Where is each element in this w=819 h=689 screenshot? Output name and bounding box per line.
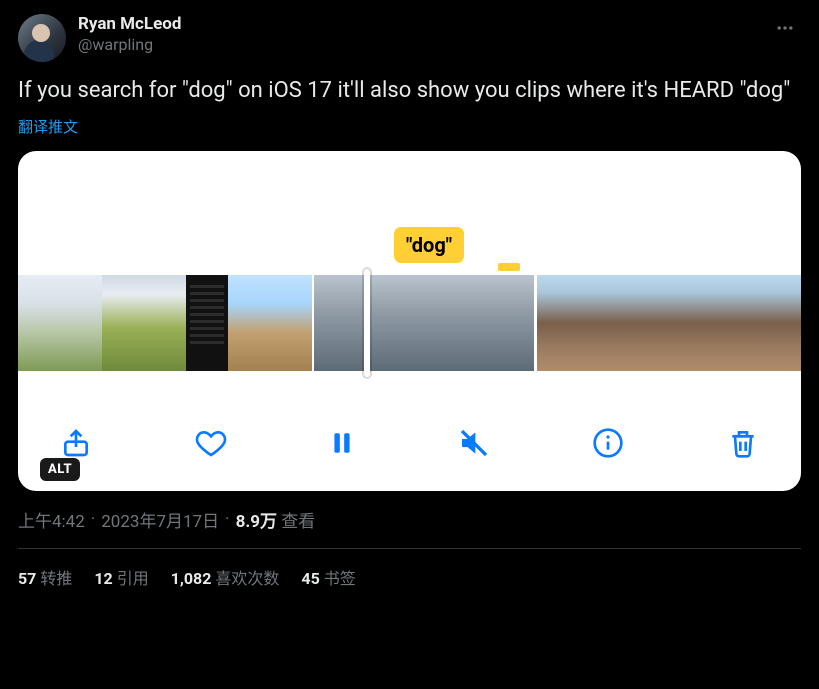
views-count: 8.9万: [236, 512, 277, 532]
info-icon: [592, 427, 624, 459]
author-handle: @warpling: [78, 35, 181, 55]
clip-frame: [581, 275, 625, 371]
alt-badge[interactable]: ALT: [40, 458, 80, 481]
author-display-name: Ryan McLeod: [78, 14, 181, 35]
pause-button[interactable]: [329, 428, 355, 458]
views-label: 查看: [281, 512, 315, 532]
trash-icon: [727, 427, 759, 459]
author-block[interactable]: Ryan McLeod @warpling: [78, 14, 181, 55]
clip-frame: [102, 275, 144, 371]
pause-icon: [329, 428, 355, 458]
delete-button[interactable]: [727, 427, 759, 459]
info-button[interactable]: [592, 427, 624, 459]
stat-bookmarks[interactable]: 45书签: [301, 565, 355, 589]
clip-group: [314, 275, 534, 371]
video-scrubber[interactable]: [18, 275, 801, 371]
heart-icon: [195, 427, 227, 459]
share-button[interactable]: [60, 427, 92, 459]
mute-button[interactable]: [458, 427, 490, 459]
tweet-header: Ryan McLeod @warpling: [18, 14, 801, 62]
search-match-badge: "dog": [394, 227, 464, 263]
tweet-time[interactable]: 上午4:42: [18, 507, 85, 532]
like-button[interactable]: [195, 427, 227, 459]
more-button[interactable]: [769, 14, 801, 42]
clip-frame: [270, 275, 312, 371]
match-marker: [498, 263, 520, 271]
tweet: Ryan McLeod @warpling If you search for …: [0, 0, 819, 589]
clip-frame: [18, 275, 60, 371]
clip-frame: [625, 275, 669, 371]
tweet-stats: 57转推 12引用 1,082喜欢次数 45书签: [18, 549, 801, 589]
clip-frame: [757, 275, 801, 371]
tweet-meta: 上午4:42 · 2023年7月17日 · 8.9万 查看: [18, 507, 801, 532]
clip-frame: [144, 275, 186, 371]
clip-frame: [186, 275, 228, 371]
clip-frame: [228, 275, 270, 371]
stat-retweets[interactable]: 57转推: [18, 565, 72, 589]
clip-frame: [60, 275, 102, 371]
clip-frame: [369, 275, 424, 371]
clip-frame: [537, 275, 581, 371]
clip-frame: [669, 275, 713, 371]
media-toolbar: [18, 419, 801, 467]
clip-group: [537, 275, 801, 371]
stat-likes[interactable]: 1,082喜欢次数: [171, 565, 280, 589]
tweet-text: If you search for "dog" on iOS 17 it'll …: [18, 76, 801, 106]
tweet-date[interactable]: 2023年7月17日: [101, 507, 219, 532]
avatar[interactable]: [18, 14, 66, 62]
playhead[interactable]: [364, 269, 370, 377]
clip-frame: [424, 275, 479, 371]
tweet-media[interactable]: "dog": [18, 151, 801, 491]
stat-quotes[interactable]: 12引用: [94, 565, 148, 589]
mute-icon: [458, 427, 490, 459]
more-icon: [775, 18, 795, 38]
clip-frame: [479, 275, 534, 371]
clip-frame: [713, 275, 757, 371]
clip-frame: [314, 275, 369, 371]
translate-link[interactable]: 翻译推文: [18, 116, 78, 137]
share-icon: [60, 427, 92, 459]
clip-group: [18, 275, 312, 371]
